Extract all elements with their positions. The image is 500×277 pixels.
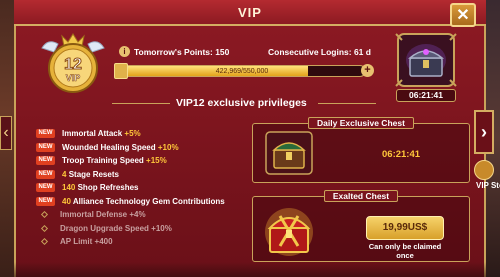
- new-badge: NEW: [36, 129, 55, 139]
- previous-level-button[interactable]: ‹: [0, 116, 12, 150]
- privilege-text: Immortal Attack +5%: [62, 129, 141, 138]
- daily-chest-timer: 06:21:41: [382, 149, 421, 160]
- privilege-row: NEW Immortal Attack +5%: [36, 127, 246, 141]
- privileges-title: VIP12 exclusive privileges: [176, 97, 307, 109]
- privilege-row: Dragon Upgrade Speed +10%: [36, 222, 246, 236]
- close-icon: ✕: [456, 7, 470, 24]
- privilege-value: 4: [62, 169, 67, 179]
- privilege-name: Dragon Upgrade Speed: [60, 223, 149, 233]
- vip-points-icon: [114, 63, 128, 79]
- new-badge: NEW: [36, 156, 55, 166]
- new-badge: NEW: [36, 183, 55, 193]
- privilege-name: AP Limit: [60, 237, 93, 247]
- privilege-name: Troop Training Speed: [62, 156, 144, 166]
- privilege-text: 4 Stage Resets: [62, 170, 119, 179]
- privilege-row: AP Limit +400: [36, 235, 246, 249]
- privilege-value: +10%: [157, 142, 179, 152]
- vip-level-label: VIP: [66, 73, 81, 83]
- privilege-row: NEW 40 Alliance Technology Gem Contributi…: [36, 195, 246, 209]
- chevron-left-icon: ‹: [3, 124, 9, 141]
- vip-store-icon[interactable]: [474, 160, 494, 180]
- privilege-value: +5%: [124, 129, 141, 139]
- vip-chest-timer: 06:21:41: [396, 89, 456, 102]
- privilege-row: NEW 4 Stage Resets: [36, 168, 246, 182]
- vip-level-badge: 12 VIP: [41, 33, 105, 93]
- close-button[interactable]: ✕: [450, 3, 476, 27]
- new-badge: NEW: [36, 142, 55, 152]
- vip-chest-frame[interactable]: [394, 30, 458, 90]
- chevron-right-icon: ›: [481, 121, 487, 142]
- privilege-row: NEW Troop Training Speed +15%: [36, 154, 246, 168]
- privilege-text: Dragon Upgrade Speed +10%: [60, 224, 172, 233]
- buy-exalted-chest-button[interactable]: 19,99US$: [366, 216, 444, 240]
- diamond-bullet-icon: [40, 211, 49, 219]
- privilege-name: Wounded Healing Speed: [62, 142, 156, 152]
- privilege-text: Immortal Defense +4%: [60, 210, 146, 219]
- new-badge: NEW: [36, 169, 55, 179]
- divider-left: [112, 103, 170, 104]
- privilege-value: +400: [94, 237, 113, 247]
- title-bar: VIP: [14, 0, 486, 26]
- privilege-text: Troop Training Speed +15%: [62, 156, 167, 165]
- privilege-name: Shop Refreshes: [77, 183, 139, 193]
- privileges-list: NEW Immortal Attack +5% NEW Wounded Healing…: [36, 127, 246, 249]
- privilege-name: Stage Resets: [68, 169, 119, 179]
- privilege-value: +4%: [129, 210, 146, 220]
- privilege-value: +10%: [151, 223, 172, 233]
- privilege-row: NEW Wounded Healing Speed +10%: [36, 141, 246, 155]
- divider-right: [318, 103, 376, 104]
- claim-once-note: Can only be claimed once: [368, 242, 442, 260]
- privilege-text: 140 Shop Refreshes: [62, 183, 139, 192]
- privilege-text: 40 Alliance Technology Gem Contributions: [62, 197, 225, 206]
- diamond-bullet-icon: [40, 224, 49, 232]
- window-title: VIP: [238, 4, 262, 20]
- consecutive-logins: Consecutive Logins: 61 d: [268, 47, 371, 57]
- exalted-chest-image[interactable]: [258, 202, 320, 260]
- privilege-value: +15%: [146, 156, 167, 166]
- privilege-text: Wounded Healing Speed +10%: [62, 143, 179, 152]
- daily-chest-image[interactable]: [264, 130, 314, 176]
- privilege-name: Immortal Attack: [62, 129, 123, 139]
- privilege-text: AP Limit +400: [60, 237, 113, 246]
- next-level-button[interactable]: ›: [474, 110, 494, 154]
- privilege-name: Immortal Defense: [60, 210, 128, 220]
- info-icon[interactable]: i: [119, 46, 130, 57]
- privilege-value: 140: [62, 183, 76, 193]
- vip-progress-bar: 422,969/550,000: [118, 65, 366, 77]
- daily-chest-title: Daily Exclusive Chest: [308, 117, 414, 129]
- bottom-shade: [14, 262, 486, 277]
- privilege-row: Immortal Defense +4%: [36, 208, 246, 222]
- tomorrow-points: Tomorrow's Points: 150: [134, 47, 230, 57]
- privilege-name: Alliance Technology Gem Contributions: [72, 196, 225, 206]
- new-badge: NEW: [36, 196, 55, 206]
- exalted-chest-title: Exalted Chest: [323, 190, 399, 202]
- add-points-button[interactable]: +: [361, 64, 374, 77]
- diamond-bullet-icon: [40, 238, 49, 246]
- privilege-row: NEW 140 Shop Refreshes: [36, 181, 246, 195]
- vip-store-label[interactable]: VIP Stor: [476, 181, 500, 190]
- privilege-value: 40: [62, 196, 71, 206]
- vip-progress-text: 422,969/550,000: [215, 67, 269, 75]
- vip-level-number: 12: [64, 56, 82, 73]
